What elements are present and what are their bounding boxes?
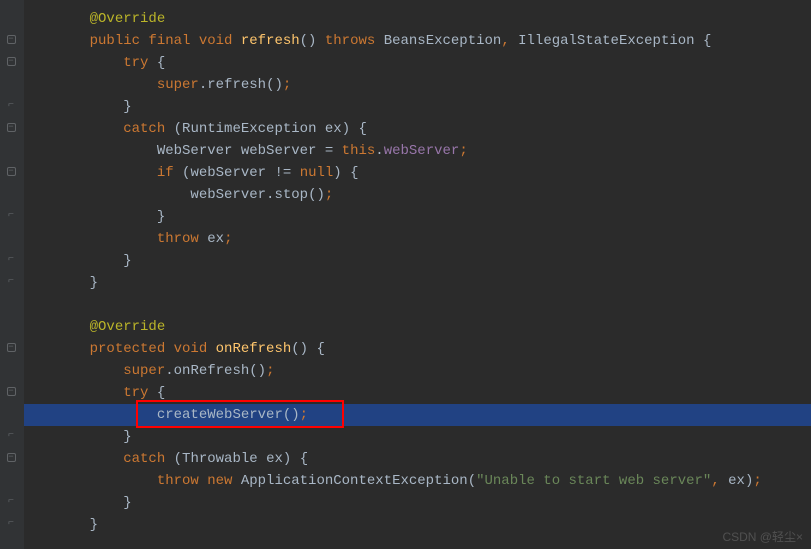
fold-icon[interactable]: −	[4, 120, 18, 134]
annotation: @Override	[90, 319, 166, 335]
code-line[interactable]: @Override	[24, 316, 811, 338]
code-line[interactable]: if (webServer != null) {	[24, 162, 811, 184]
fold-end-icon: ⌐	[4, 274, 18, 288]
code-line[interactable]: }	[24, 426, 811, 448]
code-line[interactable]: super.onRefresh();	[24, 360, 811, 382]
code-line[interactable]: }	[24, 206, 811, 228]
code-line[interactable]: }	[24, 492, 811, 514]
fold-end-icon: ⌐	[4, 494, 18, 508]
fold-icon[interactable]: −	[4, 384, 18, 398]
code-line[interactable]: throw ex;	[24, 228, 811, 250]
code-line[interactable]: }	[24, 514, 811, 536]
editor-gutter: − − ⌐ − − ⌐ ⌐ ⌐ − − ⌐ − ⌐ ⌐	[0, 0, 24, 549]
code-line[interactable]: super.refresh();	[24, 74, 811, 96]
fold-icon[interactable]: −	[4, 450, 18, 464]
code-line[interactable]: @Override	[24, 8, 811, 30]
code-line[interactable]: try {	[24, 52, 811, 74]
code-line[interactable]	[24, 294, 811, 316]
code-line[interactable]: WebServer webServer = this.webServer;	[24, 140, 811, 162]
code-line[interactable]: catch (Throwable ex) {	[24, 448, 811, 470]
fold-end-icon: ⌐	[4, 252, 18, 266]
annotation: @Override	[90, 11, 166, 27]
code-line[interactable]: protected void onRefresh() {	[24, 338, 811, 360]
fold-end-icon: ⌐	[4, 516, 18, 530]
fold-icon[interactable]: −	[4, 340, 18, 354]
code-line[interactable]: }	[24, 250, 811, 272]
code-line[interactable]: }	[24, 272, 811, 294]
code-line[interactable]: catch (RuntimeException ex) {	[24, 118, 811, 140]
fold-end-icon: ⌐	[4, 428, 18, 442]
watermark: CSDN @轻尘×	[722, 528, 803, 545]
code-content[interactable]: @Override public final void refresh() th…	[24, 0, 811, 549]
fold-icon[interactable]: −	[4, 54, 18, 68]
code-line[interactable]: }	[24, 96, 811, 118]
fold-end-icon: ⌐	[4, 208, 18, 222]
code-line[interactable]: throw new ApplicationContextException("U…	[24, 470, 811, 492]
code-line[interactable]: try {	[24, 382, 811, 404]
code-line-highlighted[interactable]: createWebServer();	[24, 404, 811, 426]
code-line[interactable]: webServer.stop();	[24, 184, 811, 206]
code-line[interactable]: public final void refresh() throws Beans…	[24, 30, 811, 52]
fold-end-icon: ⌐	[4, 98, 18, 112]
fold-icon[interactable]: −	[4, 32, 18, 46]
fold-icon[interactable]: −	[4, 164, 18, 178]
code-editor[interactable]: − − ⌐ − − ⌐ ⌐ ⌐ − − ⌐ − ⌐ ⌐ @Override pu…	[0, 0, 811, 549]
